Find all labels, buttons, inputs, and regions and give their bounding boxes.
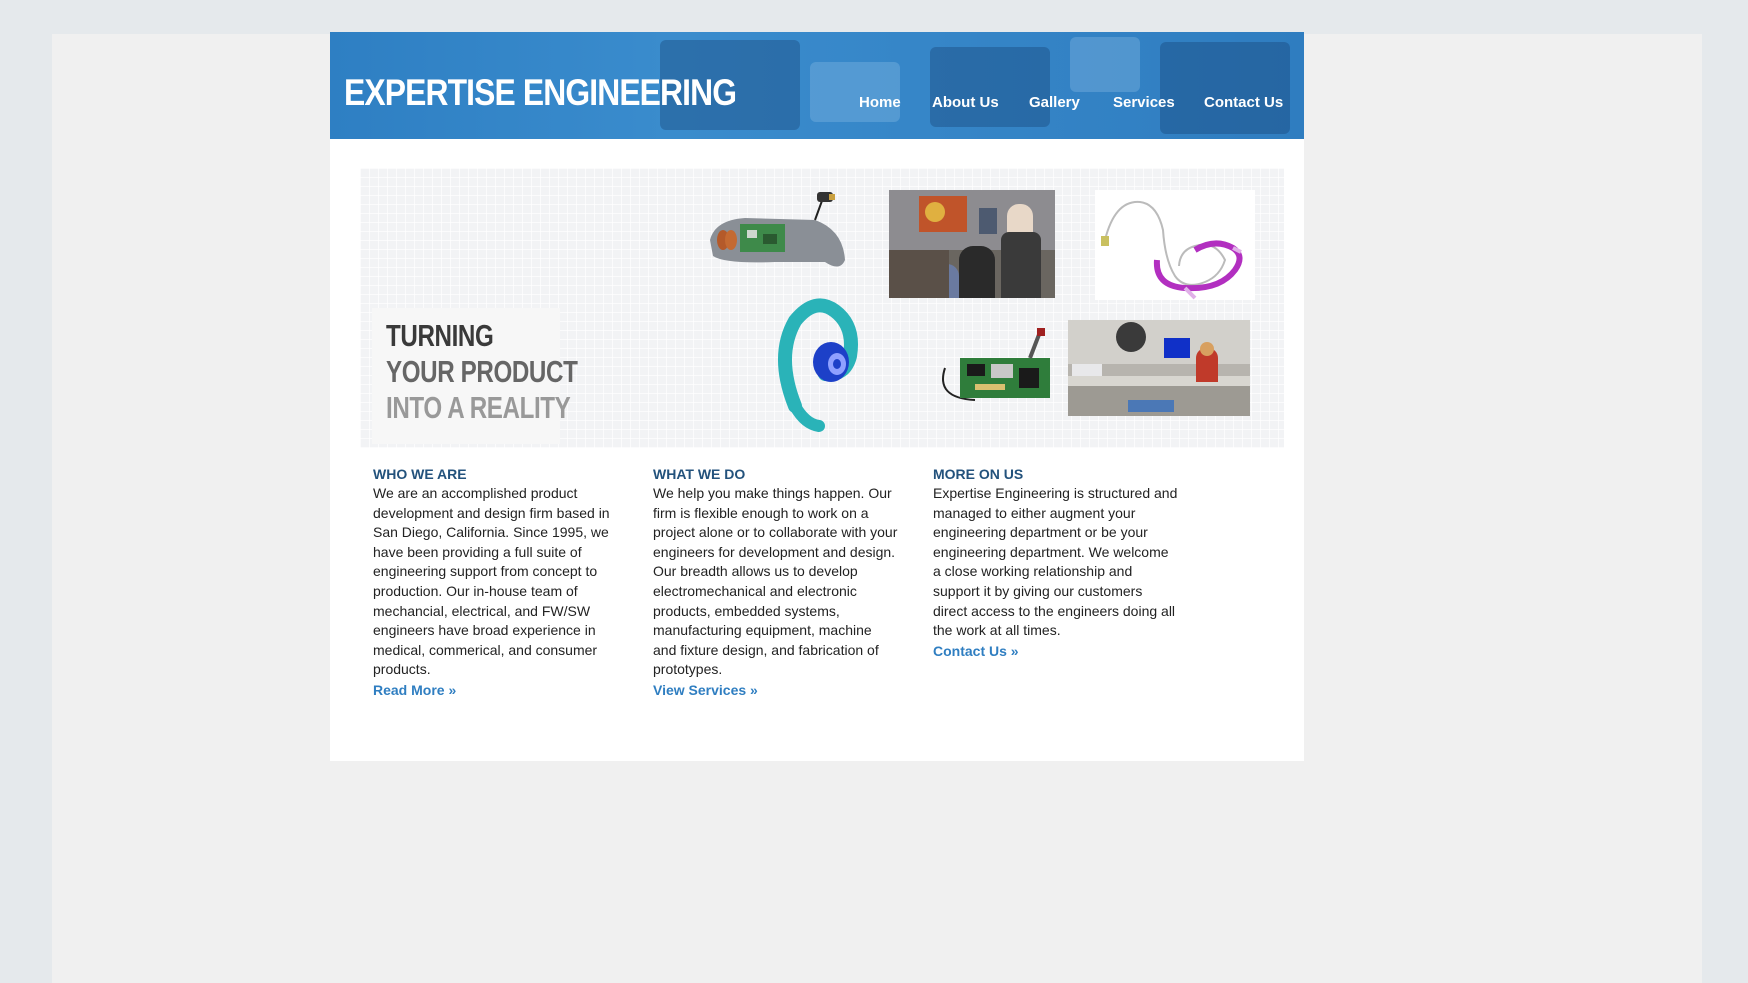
text-line: products, embedded systems, [653, 602, 840, 619]
text-line: engineers have broad experience in [373, 622, 596, 639]
text-line: engineering support from concept to [373, 563, 598, 580]
who-we-are-heading: WHO WE ARE [373, 466, 467, 482]
text-line: mechancial, electrical, and FW/SW [373, 602, 591, 619]
text-line: a close working relationship and [933, 563, 1133, 580]
view-services-link[interactable]: View Services » [653, 680, 918, 700]
text-line: and fixture design, and fabrication of [653, 641, 879, 658]
text-line: Our breadth allows us to develop [653, 563, 858, 580]
earpiece-device-image [778, 298, 858, 432]
text-line: electromechanical and electronic [653, 582, 857, 599]
tagline-line-2: YOUR PRODUCT [386, 354, 578, 389]
who-we-are-column: WHO WE ARE We are an accomplished produc… [373, 464, 623, 700]
more-on-us-heading: MORE ON US [933, 466, 1024, 482]
what-we-do-text: We help you make things happen. Our firm… [653, 484, 918, 680]
text-line: direct access to the engineers doing all [933, 602, 1176, 619]
text-line: firm is flexible enough to work on a [653, 504, 869, 521]
contact-us-link[interactable]: Contact Us » [933, 641, 1203, 661]
text-line: products. [373, 661, 431, 678]
more-on-us-text: Expertise Engineering is structured and … [933, 484, 1203, 641]
text-line: support it by giving our customers [933, 582, 1143, 599]
text-line: engineers for development and design. [653, 543, 896, 560]
tagline-line-3: INTO A REALITY [386, 390, 571, 425]
nav-home[interactable]: Home [859, 94, 901, 111]
tagline-line-1: TURNING [386, 318, 494, 353]
hero-banner: TURNING YOUR PRODUCT INTO A REALITY [360, 168, 1284, 448]
text-line: We are an accomplished product [373, 485, 578, 501]
text-line: managed to either augment your [933, 504, 1136, 521]
text-line: production. Our in-house team of [373, 582, 578, 599]
text-line: prototypes. [653, 661, 723, 678]
nav-about-us[interactable]: About Us [932, 94, 999, 111]
text-line: project alone or to collaborate with you… [653, 524, 898, 541]
more-on-us-column: MORE ON US Expertise Engineering is stru… [933, 464, 1203, 661]
who-we-are-text: We are an accomplished product developme… [373, 484, 623, 680]
text-line: San Diego, California. Since 1995, we [373, 524, 609, 541]
purple-cable-image [1095, 190, 1255, 300]
text-line: the work at all times. [933, 622, 1061, 639]
what-we-do-heading: WHAT WE DO [653, 466, 746, 482]
site-header: EXPERTISE ENGINEERING Home About Us Gall… [330, 32, 1304, 139]
lab-workstation-photo [1068, 320, 1250, 416]
nav-gallery[interactable]: Gallery [1029, 94, 1080, 111]
nav-services[interactable]: Services [1113, 94, 1175, 111]
circuit-board-image [942, 328, 1050, 401]
text-line: engineering department or be your [933, 524, 1148, 541]
team-working-photo [889, 190, 1055, 298]
handheld-device-image [710, 192, 845, 267]
main-nav: Home About Us Gallery Services Contact U… [330, 94, 1304, 118]
read-more-link[interactable]: Read More » [373, 680, 623, 700]
text-line: Expertise Engineering is structured and [933, 485, 1178, 501]
text-line: have been providing a full suite of [373, 543, 582, 560]
text-line: engineering department. We welcome [933, 543, 1169, 560]
header-bg-photo-engineers [1160, 42, 1290, 134]
what-we-do-column: WHAT WE DO We help you make things happe… [653, 464, 918, 700]
text-line: medical, commerical, and consumer [373, 641, 598, 658]
header-bg-photo-screen [1070, 37, 1140, 92]
website-container: EXPERTISE ENGINEERING Home About Us Gall… [330, 32, 1304, 761]
nav-contact-us[interactable]: Contact Us [1204, 94, 1283, 111]
text-line: manufacturing equipment, machine [653, 622, 872, 639]
text-line: development and design firm based in [373, 504, 610, 521]
text-line: We help you make things happen. Our [653, 485, 892, 501]
